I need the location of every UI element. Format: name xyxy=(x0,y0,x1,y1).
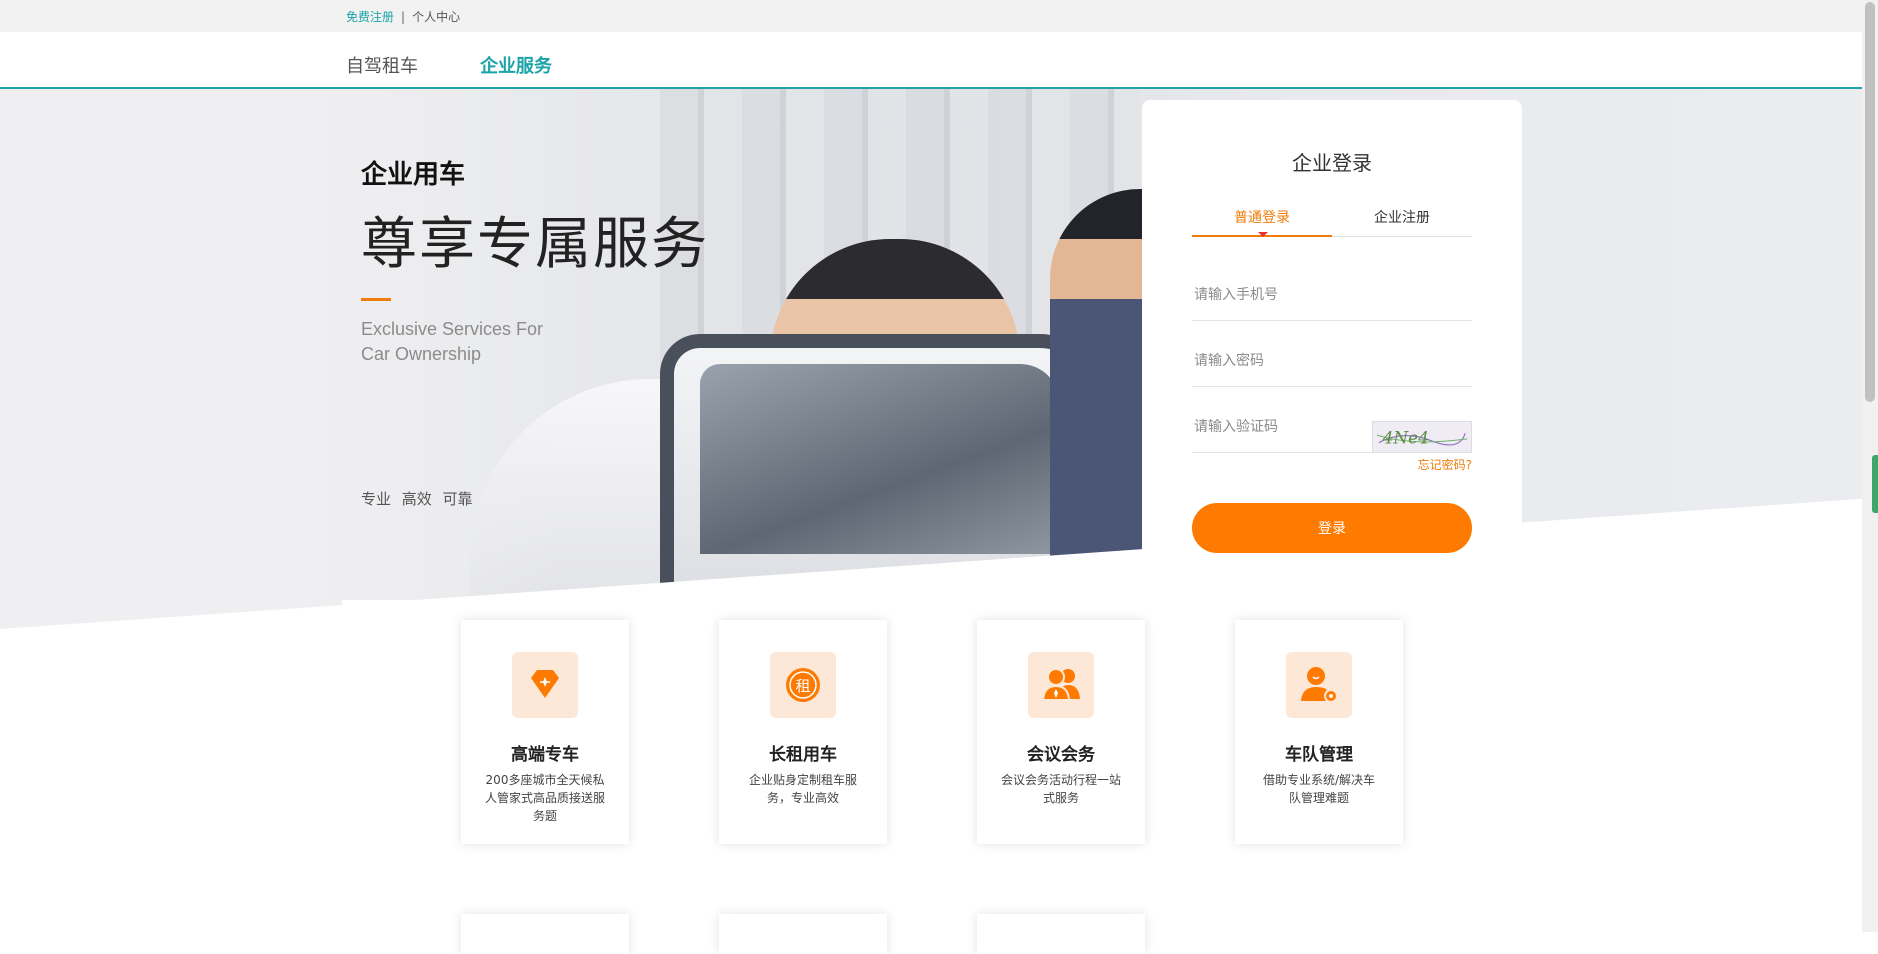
service-card-fleet[interactable]: 车队管理 借助专业系统/解决车队管理难题 xyxy=(1235,620,1403,844)
service-title: 高端专车 xyxy=(511,745,579,765)
service-card-row2-3[interactable] xyxy=(977,914,1145,954)
car-window-image xyxy=(700,364,1060,554)
captcha-input[interactable] xyxy=(1192,409,1362,436)
service-title: 会议会务 xyxy=(1027,745,1095,765)
hero-slogan: 企业用车 尊享专属服务 Exclusive Services For Car O… xyxy=(361,154,709,367)
tab-enterprise-register[interactable]: 企业注册 xyxy=(1332,207,1472,227)
diamond-icon xyxy=(512,652,578,718)
top-utility-bar: 免费注册 | 个人中心 xyxy=(0,0,1862,32)
captcha-text: 4Ne4 xyxy=(1382,428,1429,448)
login-tabs: 普通登录 企业注册 xyxy=(1192,207,1472,237)
hero-accent-bar xyxy=(361,298,391,301)
captcha-graphic: 4Ne4 xyxy=(1376,428,1468,448)
side-widget-handle[interactable] xyxy=(1872,455,1878,513)
hero-title-big: 尊享专属服务 xyxy=(361,212,709,277)
service-card-row2-1[interactable] xyxy=(461,914,629,954)
nav-tab-enterprise[interactable]: 企业服务 xyxy=(480,52,552,78)
fleet-manager-icon xyxy=(1286,652,1352,718)
service-card-long-rent[interactable]: 租 长租用车 企业贴身定制租车服务，专业高效 xyxy=(719,620,887,844)
service-title: 车队管理 xyxy=(1285,745,1353,765)
hero-tags: 专业 高效 可靠 xyxy=(361,490,473,508)
enterprise-login-card: 企业登录 普通登录 企业注册 4Ne4 忘记密码? 登录 xyxy=(1142,100,1522,574)
service-card-row2-2[interactable] xyxy=(719,914,887,954)
captcha-field: 4Ne4 xyxy=(1192,409,1472,453)
service-desc: 会议会务活动行程一站式服务 xyxy=(1000,773,1121,805)
nav-tab-self-drive[interactable]: 自驾租车 xyxy=(346,52,418,78)
top-links: 免费注册 | 个人中心 xyxy=(346,8,460,25)
phone-input[interactable] xyxy=(1192,277,1472,304)
svg-text:租: 租 xyxy=(795,677,810,695)
captcha-image[interactable]: 4Ne4 xyxy=(1372,421,1472,453)
phone-field xyxy=(1192,277,1472,321)
login-button[interactable]: 登录 xyxy=(1192,503,1472,553)
hero-banner xyxy=(0,89,1862,684)
hero-title-small: 企业用车 xyxy=(361,160,466,190)
service-desc: 借助专业系统/解决车队管理难题 xyxy=(1262,773,1376,805)
password-field xyxy=(1192,343,1472,387)
personal-center-link[interactable]: 个人中心 xyxy=(412,10,460,24)
tab-normal-login[interactable]: 普通登录 xyxy=(1192,207,1332,237)
register-link[interactable]: 免费注册 xyxy=(346,10,394,24)
meeting-icon xyxy=(1028,652,1094,718)
login-title: 企业登录 xyxy=(1292,151,1372,175)
separator: | xyxy=(401,10,406,24)
service-desc: 企业贴身定制租车服务，专业高效 xyxy=(748,773,857,805)
service-title: 长租用车 xyxy=(769,745,837,765)
scrollbar-thumb[interactable] xyxy=(1865,2,1875,402)
hero-subtitle-en: Exclusive Services For Car Ownership xyxy=(361,319,544,364)
rent-icon: 租 xyxy=(770,652,836,718)
main-nav: 自驾租车 企业服务 xyxy=(0,32,1862,89)
forgot-password-link[interactable]: 忘记密码? xyxy=(1342,456,1472,473)
service-card-premium[interactable]: 高端专车 200多座城市全天候私人管家式高品质接送服务题 xyxy=(461,620,629,844)
service-card-meeting[interactable]: 会议会务 会议会务活动行程一站式服务 xyxy=(977,620,1145,844)
service-desc: 200多座城市全天候私人管家式高品质接送服务题 xyxy=(484,773,605,823)
password-input[interactable] xyxy=(1192,343,1472,370)
page-scrollbar[interactable] xyxy=(1862,0,1878,932)
